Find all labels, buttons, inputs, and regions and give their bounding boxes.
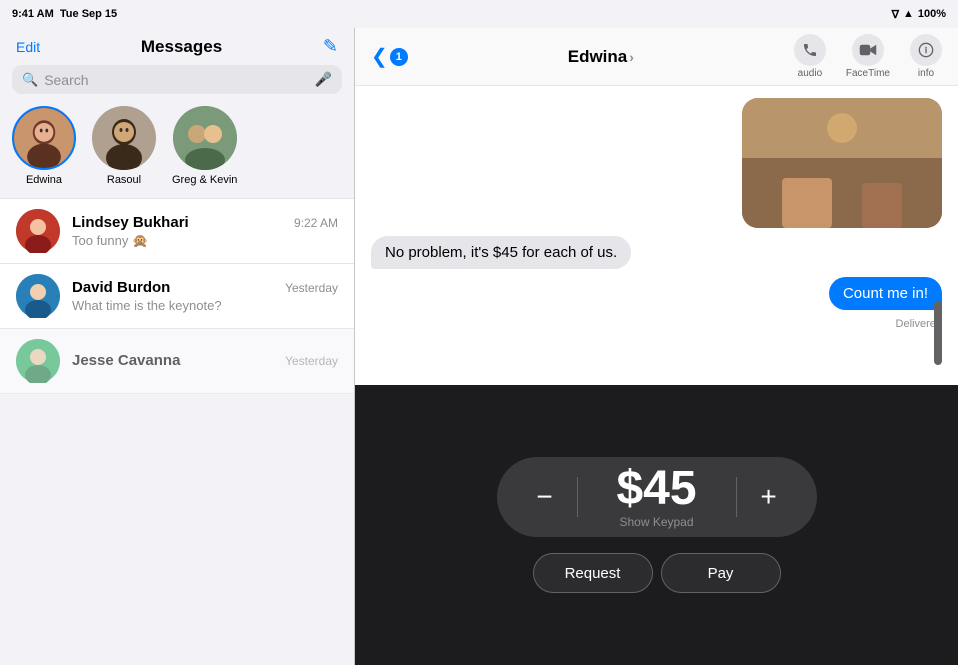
apple-pay-overlay: − $45 Show Keypad + Request Pay (355, 385, 958, 665)
conversation-jesse[interactable]: Jesse Cavanna Yesterday (0, 329, 354, 394)
chat-photo (742, 98, 942, 228)
search-icon: 🔍 (22, 72, 38, 88)
chevron-right-icon: › (629, 49, 634, 65)
msg-header-lindsey: Lindsey Bukhari 9:22 AM (72, 214, 338, 231)
amount-value: $45 (616, 465, 696, 513)
conversation-content-jesse: Jesse Cavanna Yesterday (72, 352, 338, 371)
contact-name-rasoul: Rasoul (107, 174, 141, 186)
avatar-david (16, 274, 60, 318)
contact-edwina[interactable]: Edwina (12, 106, 76, 186)
avatar-lindsey (16, 209, 60, 253)
msg-header-david: David Burdon Yesterday (72, 279, 338, 296)
conversation-list: Lindsey Bukhari 9:22 AM Too funny 🙊 (0, 198, 354, 665)
msg-name-david: David Burdon (72, 279, 170, 296)
avatar-jesse (16, 339, 60, 383)
status-time: 9:41 AM Tue Sep 15 (12, 8, 117, 20)
pay-buttons: Request Pay (533, 553, 781, 593)
back-badge: 1 (390, 48, 408, 66)
sidebar-title: Messages (40, 37, 323, 57)
msg-header-jesse: Jesse Cavanna Yesterday (72, 352, 338, 369)
msg-time-jesse: Yesterday (285, 354, 338, 368)
audio-call-button[interactable]: audio (794, 34, 826, 79)
conversation-content-lindsey: Lindsey Bukhari 9:22 AM Too funny 🙊 (72, 214, 338, 249)
chevron-left-icon: ❮ (371, 44, 388, 69)
wifi-icon: ∇ (892, 8, 899, 21)
battery-icon: 100% (918, 8, 946, 20)
msg-name-lindsey: Lindsey Bukhari (72, 214, 189, 231)
conversation-content-david: David Burdon Yesterday What time is the … (72, 279, 338, 313)
info-icon (910, 34, 942, 66)
msg-time-david: Yesterday (285, 281, 338, 295)
msg-preview-lindsey: Too funny 🙊 (72, 233, 338, 249)
amount-control: − $45 Show Keypad + (497, 457, 817, 537)
contact-rasoul[interactable]: Rasoul (92, 106, 156, 186)
contact-greg-kevin[interactable]: Greg & Kevin (172, 106, 237, 186)
edit-button[interactable]: Edit (16, 39, 40, 55)
info-label: info (918, 68, 934, 79)
status-bar: 9:41 AM Tue Sep 15 ∇ ▲ 100% (0, 0, 958, 28)
pay-button[interactable]: Pay (661, 553, 781, 593)
home-button[interactable] (934, 301, 942, 365)
sidebar: Edit Messages ✎ 🔍 Search 🎤 (0, 28, 355, 665)
messages-layout: Edit Messages ✎ 🔍 Search 🎤 (0, 28, 958, 665)
conversation-david[interactable]: David Burdon Yesterday What time is the … (0, 264, 354, 329)
amount-center: $45 Show Keypad (586, 465, 728, 529)
chat-actions: audio FaceTime (794, 34, 942, 79)
recent-contacts: Edwina Rasoul (0, 102, 354, 198)
back-button[interactable]: ❮ 1 (371, 44, 408, 69)
avatar-greg-kevin (173, 106, 237, 170)
avatar-edwina (12, 106, 76, 170)
sent-bubble: Count me in! (829, 277, 942, 310)
divider-right (736, 477, 737, 517)
conversation-lindsey[interactable]: Lindsey Bukhari 9:22 AM Too funny 🙊 (0, 198, 354, 264)
plus-button[interactable]: + (745, 473, 793, 521)
chat-contact-name: Edwina › (568, 47, 634, 67)
msg-name-jesse: Jesse Cavanna (72, 352, 180, 369)
request-button[interactable]: Request (533, 553, 653, 593)
msg-preview-david: What time is the keynote? (72, 298, 338, 313)
signal-icon: ▲ (903, 8, 914, 20)
chat-panel: ❮ 1 Edwina › audio (355, 28, 958, 665)
search-bar[interactable]: 🔍 Search 🎤 (12, 65, 342, 94)
received-bubble: No problem, it's $45 for each of us. (371, 236, 631, 269)
minus-button[interactable]: − (521, 473, 569, 521)
phone-icon (794, 34, 826, 66)
chat-header: ❮ 1 Edwina › audio (355, 28, 958, 86)
divider-left (577, 477, 578, 517)
status-indicators: ∇ ▲ 100% (892, 8, 946, 21)
facetime-button[interactable]: FaceTime (846, 34, 890, 79)
sidebar-header: Edit Messages ✎ (0, 28, 354, 61)
facetime-label: FaceTime (846, 68, 890, 79)
show-keypad-label[interactable]: Show Keypad (619, 515, 693, 529)
search-placeholder: Search (44, 72, 308, 88)
contact-name-edwina: Edwina (26, 174, 62, 186)
info-button[interactable]: info (910, 34, 942, 79)
compose-button[interactable]: ✎ (323, 36, 338, 57)
video-icon (852, 34, 884, 66)
avatar-rasoul (92, 106, 156, 170)
microphone-icon[interactable]: 🎤 (315, 71, 332, 88)
msg-time-lindsey: 9:22 AM (294, 216, 338, 230)
contact-name-greg-kevin: Greg & Kevin (172, 174, 237, 186)
app-container: 9:41 AM Tue Sep 15 ∇ ▲ 100% Edit Message… (0, 0, 958, 665)
audio-label: audio (798, 68, 822, 79)
